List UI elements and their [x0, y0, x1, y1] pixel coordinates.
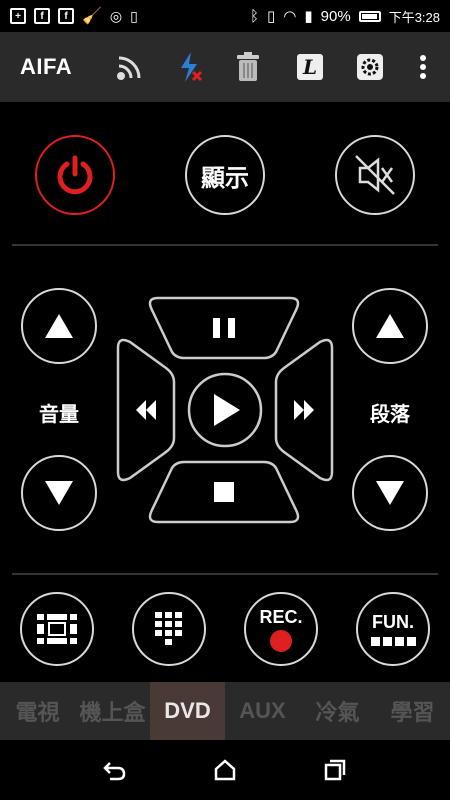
function-button[interactable]: FUN.	[356, 592, 430, 666]
fast-forward-button[interactable]	[274, 338, 334, 482]
broom-icon: 🧹	[82, 8, 102, 25]
app-bar: AIFA L	[0, 32, 450, 102]
function-keys-icon	[370, 637, 416, 646]
flash-off-icon[interactable]	[172, 49, 208, 85]
pause-icon	[213, 318, 220, 338]
battery-icon	[358, 10, 381, 22]
triangle-down-icon	[45, 481, 73, 505]
triangle-up-icon	[45, 314, 73, 338]
display-label: 顯示	[201, 164, 249, 192]
divider-bottom	[12, 573, 438, 575]
wifi-signal-icon[interactable]	[112, 49, 148, 85]
bluetooth-icon: ᛒ	[250, 7, 260, 25]
recents-button[interactable]	[315, 750, 355, 790]
tab-dvd[interactable]: DVD	[150, 682, 225, 740]
fun-label: FUN.	[372, 612, 414, 632]
facebook-icon: f	[34, 8, 50, 24]
volume-up-button[interactable]	[21, 288, 97, 364]
signal-icon: ▮	[304, 8, 313, 25]
tab-learn[interactable]: 學習	[375, 682, 450, 740]
record-button[interactable]: REC.	[244, 592, 318, 666]
chapter-up-button[interactable]	[352, 288, 428, 364]
mute-icon	[355, 155, 395, 195]
battery-percent: 90%	[320, 7, 351, 25]
pause-button[interactable]	[148, 296, 300, 360]
mute-button[interactable]	[335, 135, 415, 215]
L-box-icon[interactable]: L	[292, 49, 328, 85]
home-icon	[214, 759, 236, 781]
clock: 下午3:28	[388, 9, 440, 25]
dpad-grid-icon	[37, 614, 77, 644]
tab-aux[interactable]: AUX	[225, 682, 300, 740]
facebook-icon: f	[58, 8, 74, 24]
volume-down-button[interactable]	[21, 455, 97, 531]
power-icon	[57, 155, 93, 195]
trash-icon[interactable]	[230, 49, 266, 85]
more-vert-icon[interactable]	[405, 49, 441, 85]
display-button[interactable]: 顯示	[185, 135, 265, 215]
recents-icon	[324, 759, 346, 781]
play-button[interactable]	[187, 372, 263, 448]
notification-plus-icon: +	[10, 8, 26, 24]
dpad	[116, 296, 334, 524]
back-icon	[103, 762, 126, 781]
tab-settop-box[interactable]: 機上盒	[75, 682, 150, 740]
back-button[interactable]	[95, 750, 135, 790]
stop-icon	[214, 482, 234, 502]
vibrate-icon: ▯	[267, 8, 276, 25]
system-nav-bar	[0, 740, 450, 800]
device-tabs: 電視 機上盒 DVD AUX 冷氣 學習	[0, 682, 450, 740]
wechat-icon: ◎	[109, 7, 123, 24]
tab-tv[interactable]: 電視	[0, 682, 75, 740]
triangle-up-icon	[376, 314, 404, 338]
divider-top	[12, 244, 438, 246]
tab-air-conditioner[interactable]: 冷氣	[300, 682, 375, 740]
dpad-menu-button[interactable]	[20, 592, 94, 666]
status-bar: + f f 🧹 ◎ ▯ ᛒ ▯ ◠ ▮ 90% 下午3:28	[0, 0, 450, 32]
home-button[interactable]	[205, 750, 245, 790]
app-title: AIFA	[20, 54, 73, 79]
rewind-button[interactable]	[116, 338, 176, 482]
stop-button[interactable]	[148, 460, 300, 524]
power-button[interactable]	[35, 135, 115, 215]
rec-label: REC.	[259, 606, 303, 627]
triangle-down-icon	[376, 481, 404, 505]
numpad-button[interactable]	[132, 592, 206, 666]
settings-gear-icon[interactable]	[352, 49, 388, 85]
wifi-icon: ◠	[283, 8, 297, 25]
numpad-icon	[155, 612, 182, 645]
tablet-icon: ▯	[130, 7, 138, 24]
volume-label: 音量	[39, 404, 79, 426]
chapter-label: 段落	[370, 404, 410, 426]
chapter-down-button[interactable]	[352, 455, 428, 531]
record-dot-icon	[270, 629, 292, 652]
